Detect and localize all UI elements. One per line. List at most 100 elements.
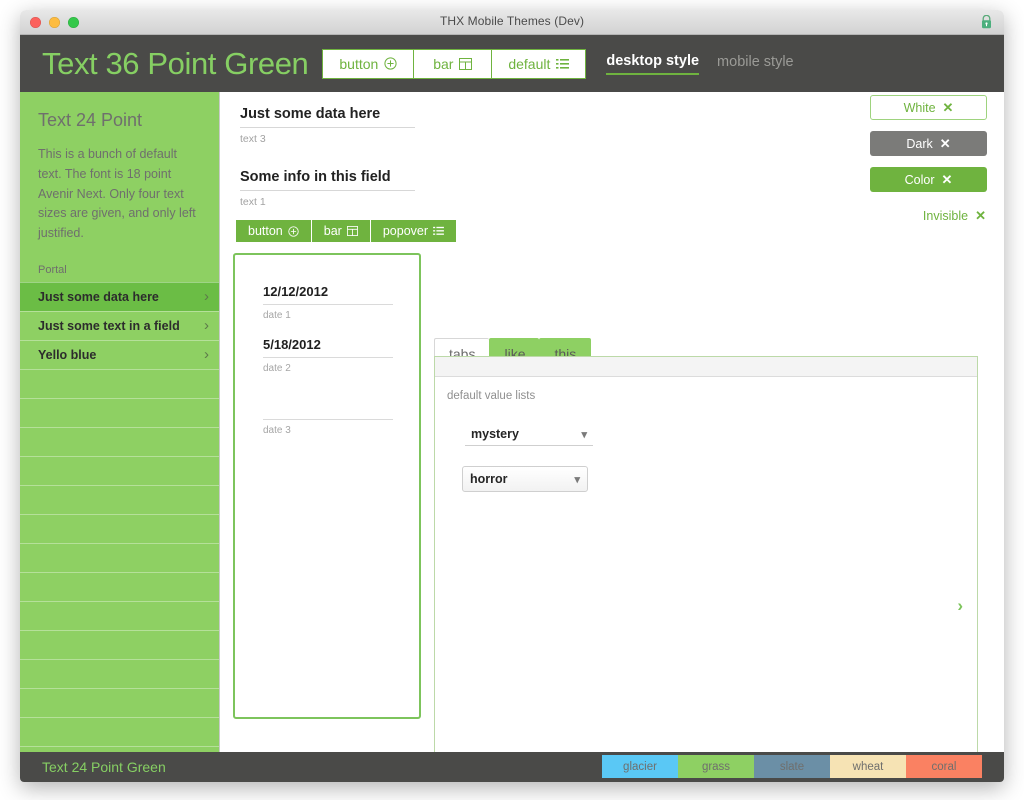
layout-bar-icon [459,57,473,70]
date-value-empty[interactable] [263,390,393,420]
segment-button[interactable]: button [323,49,415,78]
list-icon [433,226,444,235]
app-footer: Text 24 Point Green glacier grass slate whe… [20,752,1004,782]
footer-label: Text 24 Point Green [42,759,166,775]
sidebar-item-empty[interactable] [20,513,219,543]
date-entry-2[interactable]: 5/18/2012 date 2 [263,337,393,390]
chevron-right-icon: › [204,346,209,364]
date-card-inner: 12/12/2012 date 1 5/18/2012 date 2 date … [235,255,419,452]
color-swatch-group[interactable]: glacier grass slate wheat coral [602,755,982,778]
theme-button-dark[interactable]: Dark ✕ [870,131,987,156]
segment-default[interactable]: default [492,50,585,78]
sidebar-item-empty[interactable] [20,658,219,688]
color-swatch-glacier[interactable]: glacier [602,755,678,778]
sidebar-heading: Text 24 Point [38,110,143,130]
field-label: text 3 [240,133,266,145]
theme-button-white[interactable]: White ✕ [870,95,987,120]
color-swatch-slate[interactable]: slate [754,755,830,778]
segment-label: button [339,55,379,72]
window-titlebar: THX Mobile Themes (Dev) [20,10,1004,35]
sidebar-item-empty[interactable] [20,368,219,398]
list-item-label: Yello blue [38,347,97,362]
sidebar-item-empty[interactable] [20,397,219,427]
sidebar-item-just-some-data-here[interactable]: Just some data here › [20,281,219,311]
select-value: horror [470,472,508,486]
swatch-label: coral [931,760,957,773]
select-mystery[interactable]: mystery ▾ [465,427,593,446]
close-icon[interactable]: ✕ [940,136,951,152]
sidebar: Text 24 Point This is a bunch of default… [20,92,220,752]
date-entry-1[interactable]: 12/12/2012 date 1 [263,284,393,337]
form-fields: Just some data here text 3 Some info in … [240,106,415,214]
field-value[interactable]: Some info in this field [240,169,415,191]
list-icon [556,58,570,69]
color-swatch-grass[interactable]: grass [678,755,754,778]
green-button-button[interactable]: button [236,220,312,242]
sidebar-item-empty[interactable] [20,484,219,514]
sidebar-item-yello-blue[interactable]: Yello blue › [20,339,219,369]
field-value[interactable]: Just some data here [240,106,415,128]
green-button-group[interactable]: button bar popover [236,220,457,242]
close-icon[interactable]: ✕ [941,172,952,188]
sidebar-item-empty[interactable] [20,716,219,746]
sidebar-description: This is a bunch of default text. The fon… [38,147,196,240]
sidebar-item-empty[interactable] [20,542,219,572]
sidebar-item-empty[interactable] [20,571,219,601]
segment-label: bar [433,55,454,72]
theme-button-label: Color [904,172,935,187]
sidebar-item-just-some-text-in-a-field[interactable]: Just some text in a field › [20,310,219,340]
date-label: date 3 [263,425,291,436]
button-label: popover [382,224,429,238]
sidebar-item-empty[interactable] [20,455,219,485]
date-value[interactable]: 5/18/2012 [263,337,393,358]
chevron-down-icon: ▾ [574,473,580,486]
field-label: text 1 [240,196,266,208]
swatch-label: slate [779,760,805,773]
theme-button-label: Invisible [922,208,969,223]
segment-label: default [508,55,551,72]
date-entry-3[interactable]: date 3 [263,390,393,452]
green-button-popover[interactable]: popover [370,220,457,242]
plus-circle-icon [384,57,397,70]
color-swatch-wheat[interactable]: wheat [830,755,906,778]
swatch-label: glacier [623,760,657,773]
tab-desktop-style[interactable]: desktop style [606,53,700,75]
button-label: bar [323,224,342,238]
date-label: date 2 [263,363,291,374]
app-body: Text 24 Point This is a bunch of default… [20,92,1004,782]
swatch-label: grass [701,760,731,773]
sidebar-item-empty[interactable] [20,600,219,630]
app-window: THX Mobile Themes (Dev) Text 36 Point Gr… [20,10,1004,782]
color-swatch-coral[interactable]: coral [906,755,982,778]
chevron-right-icon[interactable]: › [957,596,963,616]
content-panel: default value lists mystery ▾ horror ▾ › [434,356,978,782]
segment-bar[interactable]: bar [414,49,493,78]
sidebar-item-empty[interactable] [20,426,219,456]
date-card: 12/12/2012 date 1 5/18/2012 date 2 date … [233,253,421,719]
sidebar-item-empty[interactable] [20,687,219,717]
theme-button-invisible[interactable]: Invisible ✕ [870,203,987,228]
select-value: mystery [471,427,519,441]
close-icon[interactable]: ✕ [975,208,986,224]
button-label: button [248,224,283,238]
close-icon[interactable]: ✕ [943,100,954,116]
layout-bar-icon [346,226,358,236]
segmented-control[interactable]: button bar default [322,48,587,79]
sidebar-empty-rows [20,368,219,775]
theme-button-group[interactable]: White ✕ Dark ✕ Color ✕ Invisible ✕ [870,95,987,239]
chevron-down-icon: ▾ [581,428,587,441]
panel-top-strip [435,357,977,377]
field-text-3[interactable]: Just some data here text 3 [240,106,415,145]
field-text-1[interactable]: Some info in this field text 1 [240,169,415,208]
chevron-right-icon: › [204,317,209,335]
green-button-bar[interactable]: bar [311,220,371,242]
list-item-label: Just some data here [38,289,159,304]
swatch-label: wheat [852,760,884,773]
sidebar-item-empty[interactable] [20,629,219,659]
tab-mobile-style[interactable]: mobile style [717,54,794,74]
style-tab-group[interactable]: desktop style mobile style [606,53,794,75]
date-value[interactable]: 12/12/2012 [263,284,393,305]
theme-button-color[interactable]: Color ✕ [870,167,987,192]
select-horror[interactable]: horror ▾ [462,466,588,492]
window-title: THX Mobile Themes (Dev) [439,14,585,28]
